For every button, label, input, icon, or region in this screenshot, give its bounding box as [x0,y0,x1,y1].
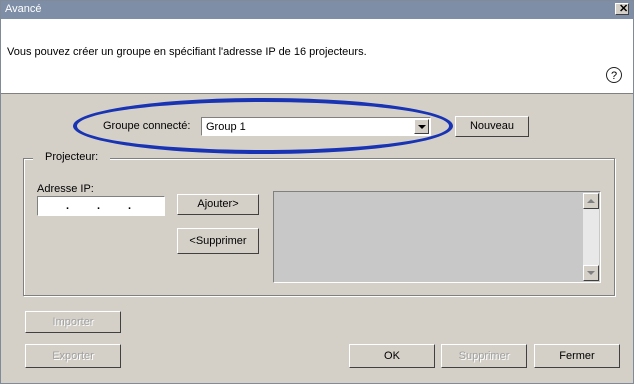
delete-button[interactable]: Supprimer [441,344,527,368]
export-button[interactable]: Exporter [25,344,121,368]
highlight-annotation [73,98,453,154]
scroll-down-icon[interactable] [583,265,599,281]
close-button[interactable]: ✕ [615,3,629,15]
close-icon: ✕ [619,3,629,15]
add-button[interactable]: Ajouter> [177,194,259,215]
close-dialog-button[interactable]: Fermer [534,344,620,368]
list-scrollbar[interactable] [583,193,599,281]
projector-legend: Projecteur: [33,151,111,163]
ip-address-input[interactable]: . . . [37,196,165,216]
import-button[interactable]: Importer [25,311,121,333]
window-title: Avancé [5,3,42,15]
description-text: Vous pouvez créer un groupe en spécifian… [7,46,367,58]
description-panel: Vous pouvez créer un groupe en spécifian… [1,19,633,94]
new-group-button[interactable]: Nouveau [455,116,529,137]
ok-button[interactable]: OK [349,344,435,368]
advanced-dialog: Avancé ✕ Vous pouvez créer un groupe en … [0,0,634,384]
scroll-up-icon[interactable] [583,193,599,209]
help-icon[interactable]: ? [606,67,622,83]
projector-list[interactable] [273,191,601,283]
title-bar[interactable]: Avancé ✕ [1,1,633,19]
remove-button[interactable]: <Supprimer [177,228,259,254]
ip-address-label: Adresse IP: [37,183,94,195]
